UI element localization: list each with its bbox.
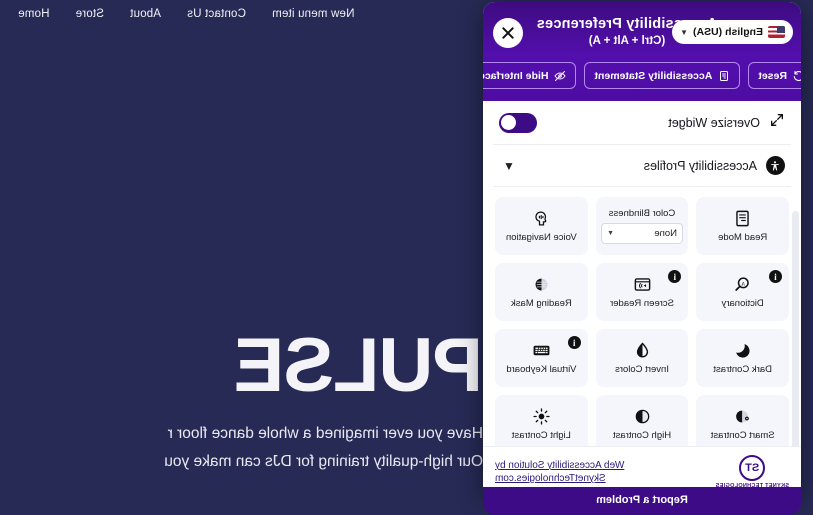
hide-interface-label: Hide Interface: [483, 69, 549, 82]
tile-screen-reader[interactable]: i Screen Reader: [595, 263, 689, 321]
tile-light-contrast[interactable]: Light Contrast: [495, 395, 588, 446]
oversize-widget-toggle[interactable]: [499, 112, 537, 133]
tile-reading-mask[interactable]: Reading Mask: [495, 263, 588, 321]
tile-color-blindness[interactable]: Color Blindness None ▼: [595, 197, 689, 255]
tile-screen-reader-label: Screen Reader: [610, 298, 674, 310]
footer-credit-line-1[interactable]: Web Accessibility Solution by: [495, 460, 624, 471]
expand-arrows-icon: [769, 112, 785, 133]
tile-dictionary-label: Dictionary: [721, 298, 764, 310]
widget-scrollbar[interactable]: [792, 211, 799, 446]
invert-colors-icon: [633, 340, 652, 360]
hide-interface-button[interactable]: Hide Interface: [483, 62, 577, 89]
tile-voice-navigation[interactable]: Voice Navigation: [495, 197, 588, 255]
accessibility-statement-label: Accessibility Statement: [594, 69, 713, 82]
smart-contrast-icon: [733, 406, 752, 426]
tile-virtual-keyboard[interactable]: i Virtual Keyboard: [495, 329, 588, 387]
widget-header-actions: Reset Accessibility Statement Hide Inter…: [483, 62, 801, 91]
row-oversize-widget-label: Oversize Widget: [668, 115, 760, 130]
row-accessibility-profiles[interactable]: Accessibility Profiles ▼: [493, 145, 791, 187]
mirrored-page-root: New menu item Contact Us About Store Hom…: [0, 0, 813, 515]
nav-item-new-menu-item[interactable]: New menu item: [272, 8, 355, 20]
close-icon: [502, 27, 514, 39]
tile-high-contrast[interactable]: High Contrast: [595, 395, 689, 446]
accessibility-statement-button[interactable]: Accessibility Statement: [584, 62, 741, 89]
footer-credit-line-2[interactable]: SkynetTechnologies.com: [495, 473, 606, 484]
footer-credit: Web Accessibility Solution by SkynetTech…: [495, 459, 707, 486]
caret-down-icon: ▼: [607, 230, 614, 237]
moon-icon: [733, 340, 752, 360]
reset-button-label: Reset: [758, 69, 787, 82]
info-icon[interactable]: i: [567, 336, 581, 349]
close-button[interactable]: [493, 18, 523, 48]
row-accessibility-profiles-label: Accessibility Profiles: [643, 158, 757, 173]
hero-section: PULSE Have you ever imagined a whole dan…: [0, 323, 483, 474]
tile-virtual-keyboard-label: Virtual Keyboard: [506, 364, 577, 376]
toggle-knob: [501, 115, 517, 130]
svg-text:A: A: [741, 281, 745, 287]
widget-header: English (USA) ▼ Accessibility Preference…: [483, 2, 801, 101]
skynet-logo: ST SKYNET TECHNOLOGIES: [715, 455, 789, 489]
accessibility-person-icon: [766, 156, 785, 175]
hero-paragraph-line-2: Our high-quality training for DJs can ma…: [164, 453, 483, 471]
tile-invert-colors[interactable]: Invert Colors: [595, 329, 689, 387]
tile-read-mode[interactable]: Read Mode: [696, 197, 789, 255]
screen-reader-icon: [633, 274, 652, 294]
tile-light-contrast-label: Light Contrast: [511, 430, 571, 442]
tile-dark-contrast-label: Dark Contrast: [713, 364, 772, 376]
tile-dictionary[interactable]: i A Dictionary: [696, 263, 789, 321]
hero-paragraph-line-1: Have you ever imagined a whole dance flo…: [167, 425, 483, 443]
row-oversize-widget[interactable]: Oversize Widget: [493, 101, 791, 145]
info-icon[interactable]: i: [769, 270, 782, 283]
info-icon[interactable]: i: [668, 270, 682, 283]
document-icon: [720, 70, 729, 81]
light-contrast-icon: [532, 406, 551, 426]
hero-title: PULSE: [234, 323, 483, 408]
report-a-problem-button[interactable]: Report a Problem: [483, 487, 801, 515]
chevron-down-icon[interactable]: ▼: [499, 159, 515, 173]
reading-mask-icon: [532, 274, 551, 294]
eye-slash-icon: [554, 70, 567, 81]
voice-navigation-icon: [532, 208, 551, 228]
tile-dark-contrast[interactable]: Dark Contrast: [696, 329, 789, 387]
nav-item-contact-us[interactable]: Contact Us: [187, 8, 246, 20]
nav-item-home[interactable]: Home: [18, 8, 49, 20]
accessibility-widget-panel: English (USA) ▼ Accessibility Preference…: [483, 2, 801, 497]
high-contrast-icon: [633, 406, 652, 426]
tile-smart-contrast[interactable]: Smart Contrast: [696, 395, 789, 446]
color-blindness-select-value: None: [654, 228, 678, 239]
refresh-icon: [793, 70, 801, 81]
tile-high-contrast-label: High Contrast: [612, 430, 672, 442]
site-navigation: New menu item Contact Us About Store Hom…: [18, 8, 354, 20]
language-selector-label: English (USA): [693, 26, 763, 38]
tile-voice-navigation-label: Voice Navigation: [505, 232, 577, 244]
language-selector[interactable]: English (USA) ▼: [672, 20, 793, 44]
tile-reading-mask-label: Reading Mask: [510, 298, 572, 310]
read-mode-icon: [733, 208, 752, 228]
accessibility-features-grid: Read Mode Color Blindness None ▼ Voice N…: [493, 187, 791, 446]
tile-smart-contrast-label: Smart Contrast: [710, 430, 775, 442]
tile-color-blindness-label: Color Blindness: [608, 208, 676, 219]
skynet-logo-mark: ST: [739, 455, 766, 481]
nav-item-about[interactable]: About: [130, 8, 161, 20]
nav-item-store[interactable]: Store: [75, 8, 104, 20]
dictionary-icon: A: [733, 274, 752, 294]
chevron-down-icon: ▼: [680, 27, 688, 37]
tile-invert-colors-label: Invert Colors: [615, 364, 669, 376]
tile-read-mode-label: Read Mode: [718, 232, 768, 244]
usa-flag-icon: [768, 26, 785, 38]
widget-body: Oversize Widget Accessibility Profiles ▼…: [483, 101, 801, 446]
reset-button[interactable]: Reset: [748, 62, 801, 89]
keyboard-icon: [532, 340, 551, 360]
color-blindness-select[interactable]: None ▼: [601, 223, 684, 244]
